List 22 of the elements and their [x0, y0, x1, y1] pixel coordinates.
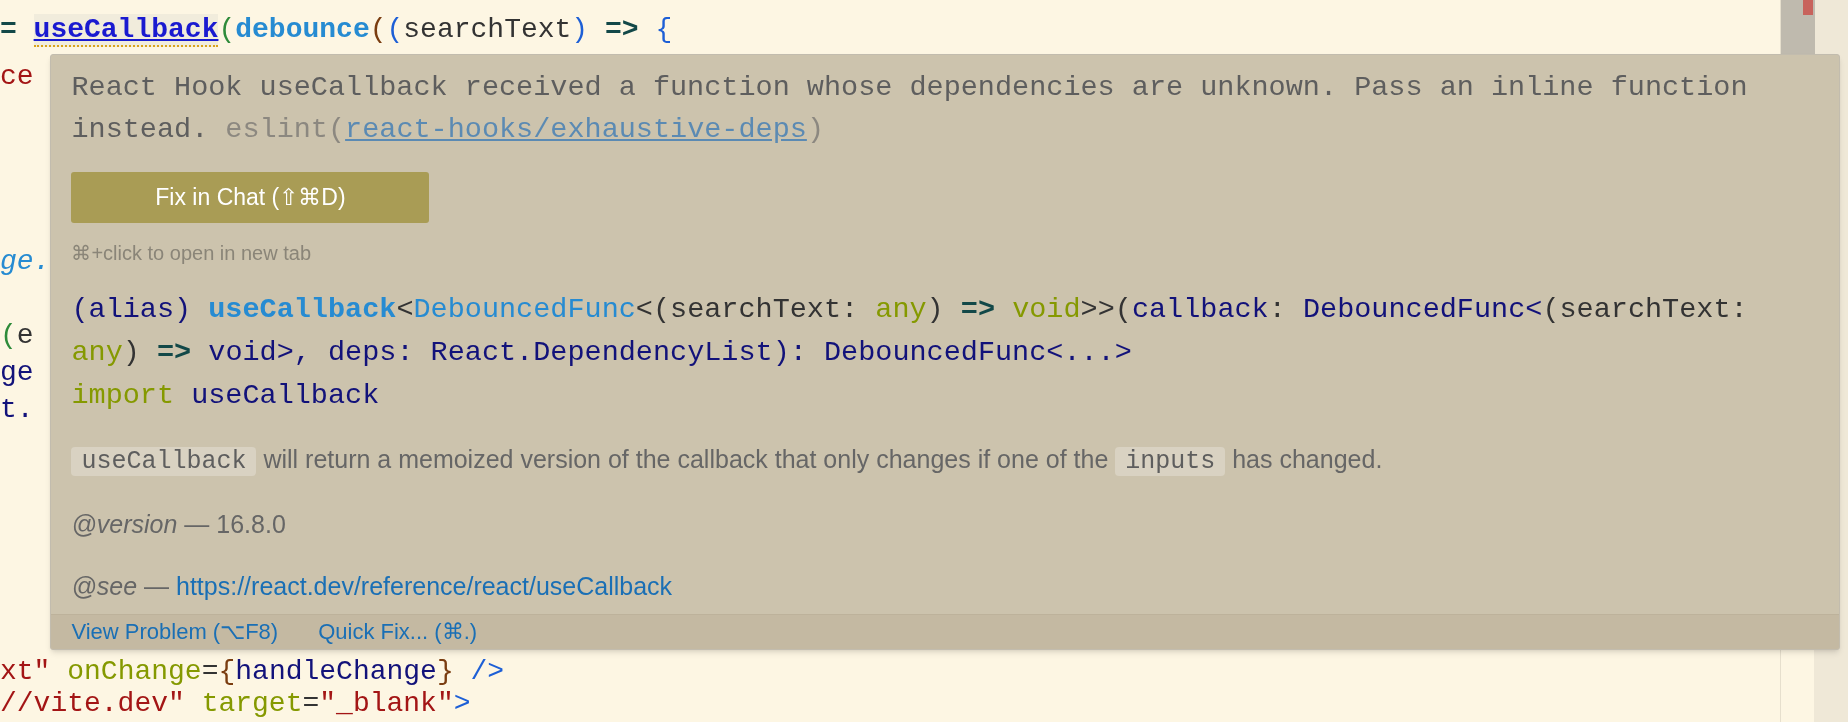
- description-text: useCallback will return a memoized version of the callback that only changes if one of the inputs has changed.: [71, 439, 1383, 482]
- signature-line: (alias) useCallback<DebouncedFunc<(searchText: any) => void>>(callback: DebouncedFunc<(searchText:: [71, 292, 1748, 328]
- fix-in-chat-button[interactable]: Fix in Chat (⇧⌘D): [71, 172, 430, 223]
- rule-link[interactable]: react-hooks/exhaustive-deps: [345, 113, 807, 146]
- code-line: = useCallback(debounce((searchText) => {: [0, 13, 674, 48]
- code-line: ce: [0, 60, 35, 94]
- code-line: //vite.dev" target="_blank">: [0, 688, 472, 720]
- signature-line: any) => void>, deps: React.DependencyList): DebouncedFunc<...>: [71, 335, 1133, 371]
- code-line: (e: [0, 319, 35, 353]
- code-line: t.: [0, 393, 35, 427]
- action-link[interactable]: View Problem (⌥F8): [71, 617, 279, 647]
- signature-line: import useCallback: [71, 378, 381, 414]
- doc-tag: @version — 16.8.0: [71, 504, 286, 544]
- doc-tag: @see — https://react.dev/reference/react/useCallback: [71, 566, 673, 606]
- code-line: ge: [0, 356, 35, 390]
- lint-message: React Hook useCallback received a function whose dependencies are unknown. Pass an inline function instead. eslint(react-hooks/exhaustive-deps): [71, 70, 1749, 148]
- reference-link[interactable]: https://react.dev/reference/react/useCallback: [176, 572, 673, 600]
- code-line: xt" onChange={handleChange} />: [0, 656, 506, 688]
- open-hint: ⌘+click to open in new tab: [71, 241, 311, 266]
- action-link[interactable]: Quick Fix... (⌘.): [318, 617, 478, 647]
- code-line: ge.: [0, 245, 51, 279]
- error-marker: [1803, 0, 1813, 15]
